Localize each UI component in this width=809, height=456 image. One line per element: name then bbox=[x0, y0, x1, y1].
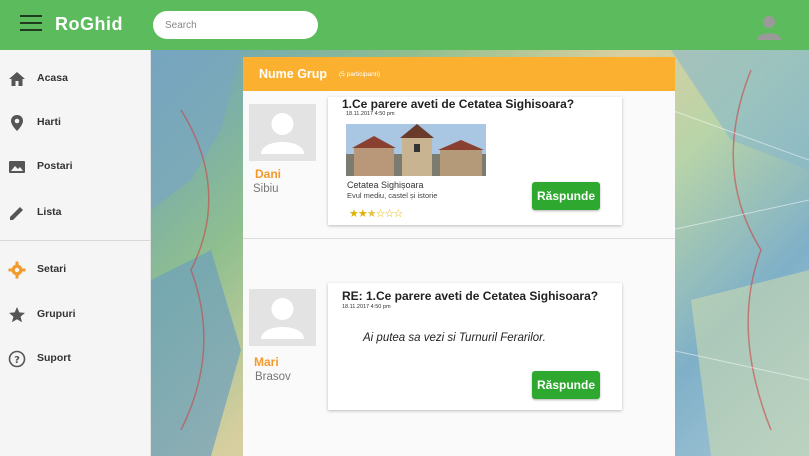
star-half-icon: ★ bbox=[366, 208, 377, 220]
sidebar-item-label: Harti bbox=[37, 116, 61, 128]
top-bar: RoGhid bbox=[0, 0, 809, 50]
help-icon: ? bbox=[8, 350, 26, 368]
search-input[interactable] bbox=[153, 11, 318, 39]
sidebar-item-label: Postari bbox=[37, 160, 73, 172]
message-card: 1.Ce parere aveti de Cetatea Sighisoara?… bbox=[328, 97, 622, 225]
sidebar-item-label: Setari bbox=[37, 263, 67, 275]
brand-logo[interactable]: RoGhid bbox=[55, 14, 123, 35]
sidebar-item-setari[interactable]: Setari bbox=[0, 252, 151, 288]
sidebar-item-suport[interactable]: ? Suport bbox=[0, 341, 151, 377]
username[interactable]: Mari bbox=[254, 355, 279, 369]
sidebar-item-label: Acasa bbox=[37, 72, 68, 84]
group-panel: Nume Grup (5 participanti) Dani Sibiu 1.… bbox=[243, 57, 675, 456]
sidebar-item-label: Suport bbox=[37, 352, 71, 364]
star-empty-icon: ☆ bbox=[375, 208, 386, 220]
message-time: 18.11.2017 4:50 pm bbox=[342, 304, 391, 310]
message-row: Dani Sibiu 1.Ce parere aveti de Cetatea … bbox=[243, 97, 675, 237]
sidebar-divider bbox=[0, 240, 151, 241]
star-rating: ★★★☆☆☆ bbox=[349, 207, 403, 220]
avatar bbox=[249, 289, 316, 346]
reply-button[interactable]: Răspunde bbox=[532, 371, 600, 399]
image-icon bbox=[9, 161, 25, 173]
avatar bbox=[249, 104, 316, 161]
user-city: Sibiu bbox=[253, 183, 279, 195]
gear-icon bbox=[8, 261, 26, 279]
user-avatar-icon bbox=[261, 298, 304, 339]
sidebar-item-harti[interactable]: Harti bbox=[0, 105, 151, 141]
svg-text:?: ? bbox=[14, 355, 20, 366]
home-icon bbox=[9, 72, 25, 86]
sidebar-item-postari[interactable]: Postari bbox=[0, 149, 151, 185]
reply-button[interactable]: Răspunde bbox=[532, 182, 600, 210]
group-header: Nume Grup (5 participanti) bbox=[243, 57, 675, 91]
sidebar-item-lista[interactable]: Lista bbox=[0, 195, 151, 231]
username[interactable]: Dani bbox=[255, 167, 281, 181]
star-icon bbox=[9, 307, 25, 323]
message-title: 1.Ce parere aveti de Cetatea Sighisoara? bbox=[342, 97, 575, 111]
star-filled-icon: ★ bbox=[349, 208, 359, 220]
pencil-icon bbox=[10, 207, 23, 220]
message-time: 18.11.2017 4:50 pm bbox=[346, 111, 395, 117]
message-divider bbox=[243, 238, 675, 239]
participant-count: (5 participanti) bbox=[339, 71, 381, 78]
user-account-icon[interactable] bbox=[755, 14, 783, 40]
star-empty-icon: ☆ bbox=[393, 208, 403, 220]
sidebar-item-label: Lista bbox=[37, 206, 62, 218]
message-title: RE: 1.Ce parere aveti de Cetatea Sighiso… bbox=[342, 289, 599, 303]
message-row: Mari Brasov RE: 1.Ce parere aveti de Cet… bbox=[243, 283, 675, 413]
message-card: RE: 1.Ce parere aveti de Cetatea Sighiso… bbox=[328, 283, 622, 410]
group-name: Nume Grup bbox=[259, 67, 328, 81]
sidebar-item-grupuri[interactable]: Grupuri bbox=[0, 297, 151, 333]
user-avatar-icon bbox=[261, 113, 304, 154]
preview-description: Evul mediu, castel și istorie bbox=[347, 191, 438, 200]
preview-image[interactable] bbox=[346, 124, 486, 176]
message-body: Ai putea sa vezi si Turnuril Ferarilor. bbox=[363, 332, 546, 344]
sidebar-item-acasa[interactable]: Acasa bbox=[0, 61, 151, 97]
sidebar: Acasa Harti Postari Lista Setari Grupuri… bbox=[0, 50, 151, 456]
preview-title: Cetatea Sighișoara bbox=[347, 180, 424, 190]
star-filled-icon: ★ bbox=[357, 208, 368, 220]
hamburger-menu-icon[interactable] bbox=[20, 15, 42, 33]
map-pin-icon bbox=[11, 115, 23, 131]
sidebar-item-label: Grupuri bbox=[37, 308, 76, 320]
user-city: Brasov bbox=[255, 371, 291, 383]
